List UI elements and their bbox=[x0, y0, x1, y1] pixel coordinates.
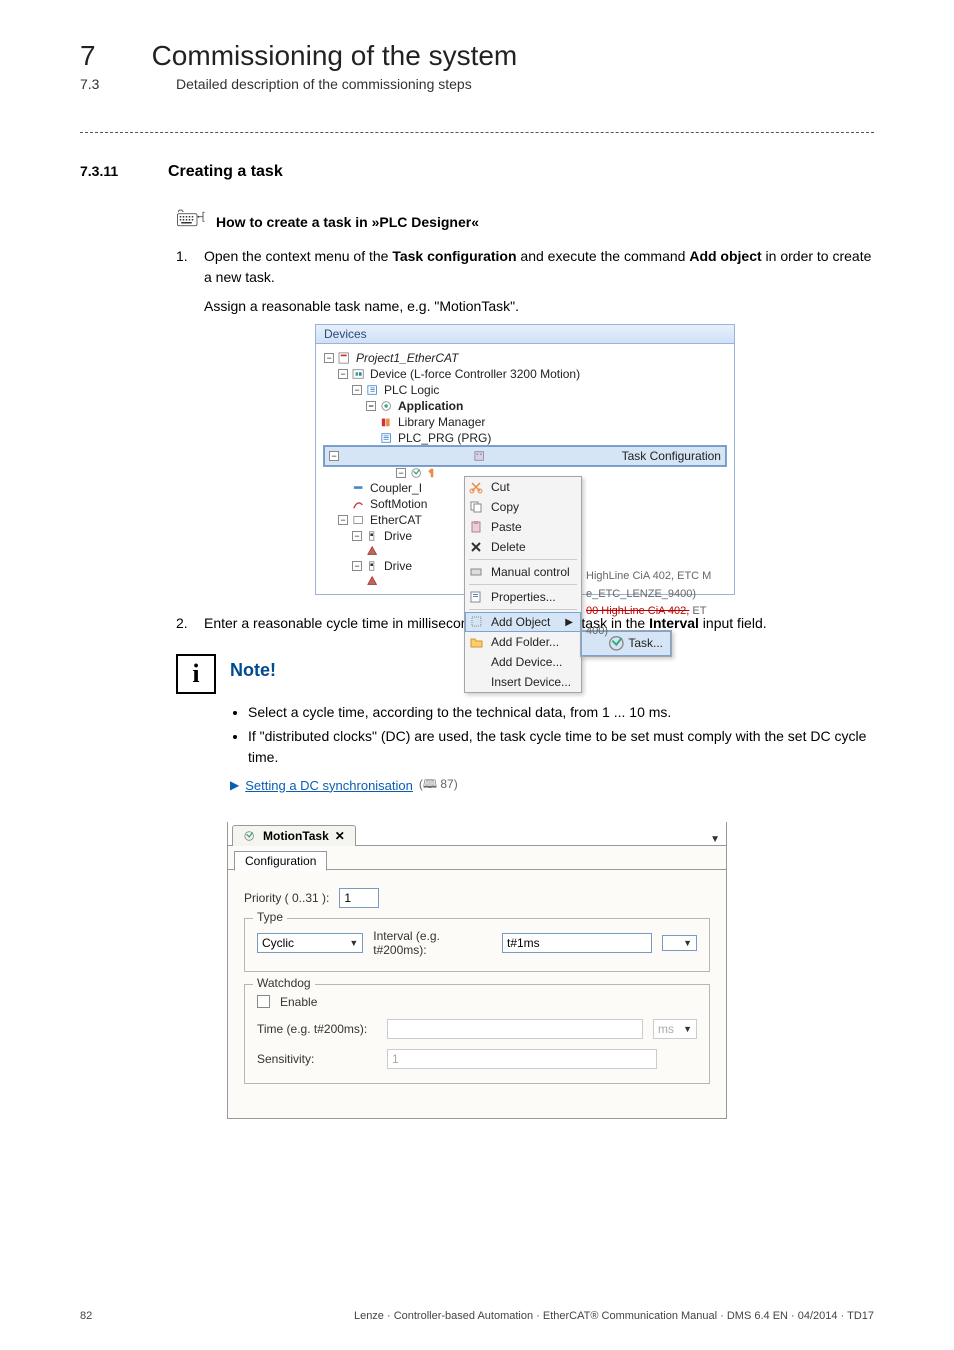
collapse-icon[interactable]: − bbox=[352, 561, 362, 571]
collapse-icon[interactable]: − bbox=[396, 468, 406, 478]
step-number: 1. bbox=[176, 246, 192, 288]
task-icon bbox=[243, 830, 257, 842]
menu-add-device[interactable]: Add Device... bbox=[465, 652, 581, 672]
collapse-icon[interactable]: − bbox=[338, 369, 348, 379]
sensitivity-input bbox=[387, 1049, 657, 1069]
menu-properties[interactable]: Properties... bbox=[465, 587, 581, 607]
menu-add-object[interactable]: Add Object▶ bbox=[465, 612, 581, 632]
task-config-screenshot: MotionTask ✕ ▼ Configuration Priority ( … bbox=[227, 822, 727, 1119]
separator-line bbox=[80, 132, 874, 133]
menu-paste[interactable]: Paste bbox=[465, 517, 581, 537]
step-note: Assign a reasonable task name, e.g. "Mot… bbox=[204, 298, 874, 314]
dc-sync-link[interactable]: Setting a DC synchronisation bbox=[245, 778, 413, 793]
type-select[interactable]: Cyclic▼ bbox=[257, 933, 363, 953]
tab-motiontask[interactable]: MotionTask ✕ bbox=[232, 825, 356, 846]
section-sub-title: Detailed description of the commissionin… bbox=[176, 76, 472, 92]
menu-copy[interactable]: Copy bbox=[465, 497, 581, 517]
chapter-title: Commissioning of the system bbox=[152, 40, 518, 72]
interval-unit-select: ▼ bbox=[662, 935, 697, 951]
keyboard-icon bbox=[176, 209, 206, 234]
interval-input[interactable] bbox=[502, 933, 652, 953]
devices-pane-title: Devices bbox=[315, 324, 735, 344]
subtab-configuration[interactable]: Configuration bbox=[234, 851, 327, 871]
watchdog-legend: Watchdog bbox=[253, 976, 315, 990]
collapse-icon[interactable]: − bbox=[338, 515, 348, 525]
page-reference: (🕮 87) bbox=[419, 775, 458, 796]
menu-cut[interactable]: Cut bbox=[465, 477, 581, 497]
sensitivity-label: Sensitivity: bbox=[257, 1052, 377, 1066]
info-icon: i bbox=[176, 654, 216, 694]
collapse-icon[interactable]: − bbox=[329, 451, 339, 461]
chevron-down-icon: ▼ bbox=[683, 938, 692, 948]
tree-application[interactable]: −Application bbox=[324, 398, 726, 414]
priority-input[interactable] bbox=[339, 888, 379, 908]
tree-plc-prg[interactable]: PLC_PRG (PRG) bbox=[324, 430, 726, 446]
enable-label: Enable bbox=[280, 995, 317, 1009]
collapse-icon[interactable]: − bbox=[366, 401, 376, 411]
menu-manual-control[interactable]: Manual control bbox=[465, 562, 581, 582]
interval-label: Interval (e.g. t#200ms): bbox=[373, 929, 492, 957]
context-menu: Cut Copy Paste Delete Manual control Pro… bbox=[464, 476, 582, 693]
tree-device[interactable]: −Device (L-force Controller 3200 Motion) bbox=[324, 366, 726, 382]
menu-insert-device[interactable]: Insert Device... bbox=[465, 672, 581, 692]
collapse-icon[interactable]: − bbox=[324, 353, 334, 363]
enable-checkbox[interactable] bbox=[257, 995, 270, 1008]
step-number: 2. bbox=[176, 613, 192, 634]
tree-library-manager[interactable]: Library Manager bbox=[324, 414, 726, 430]
note-bullet: If "distributed clocks" (DC) are used, t… bbox=[248, 726, 874, 767]
chevron-down-icon: ▼ bbox=[683, 1024, 692, 1034]
section-sub-number: 7.3 bbox=[80, 76, 120, 92]
step-text: Open the context menu of the Task config… bbox=[204, 246, 874, 288]
menu-delete[interactable]: Delete bbox=[465, 537, 581, 557]
page-number: 82 bbox=[80, 1310, 92, 1322]
footer-text: Lenze · Controller-based Automation · Et… bbox=[354, 1310, 874, 1322]
note-title: Note! bbox=[230, 660, 276, 694]
tree-task-configuration[interactable]: −Task Configuration bbox=[324, 446, 726, 466]
type-legend: Type bbox=[253, 910, 287, 924]
devices-screenshot: Devices −Project1_EtherCAT −Device (L-fo… bbox=[315, 324, 735, 595]
section-title: Creating a task bbox=[168, 163, 283, 181]
tree-plc-logic[interactable]: −PLC Logic bbox=[324, 382, 726, 398]
time-unit-select: ms▼ bbox=[653, 1019, 697, 1039]
collapse-icon[interactable]: − bbox=[352, 531, 362, 541]
time-input bbox=[387, 1019, 643, 1039]
tree-root[interactable]: −Project1_EtherCAT bbox=[324, 350, 726, 366]
close-tab-icon[interactable]: ✕ bbox=[335, 829, 345, 843]
tab-dropdown-icon[interactable]: ▼ bbox=[710, 834, 720, 845]
link-arrow-icon: ▶ bbox=[230, 778, 239, 792]
menu-add-folder[interactable]: Add Folder... bbox=[465, 632, 581, 652]
time-label: Time (e.g. t#200ms): bbox=[257, 1022, 377, 1036]
submenu-arrow-icon: ▶ bbox=[565, 617, 573, 628]
collapse-icon[interactable]: − bbox=[352, 385, 362, 395]
chevron-down-icon: ▼ bbox=[349, 938, 358, 948]
overlay-labels: HighLine CiA 402, ETC M e_ETC_LENZE_9400… bbox=[586, 568, 711, 640]
priority-label: Priority ( 0..31 ): bbox=[244, 891, 329, 905]
note-bullet: Select a cycle time, according to the te… bbox=[248, 702, 874, 722]
procedure-title: How to create a task in »PLC Designer« bbox=[216, 214, 479, 230]
section-number: 7.3.11 bbox=[80, 163, 128, 179]
chapter-number: 7 bbox=[80, 40, 96, 72]
